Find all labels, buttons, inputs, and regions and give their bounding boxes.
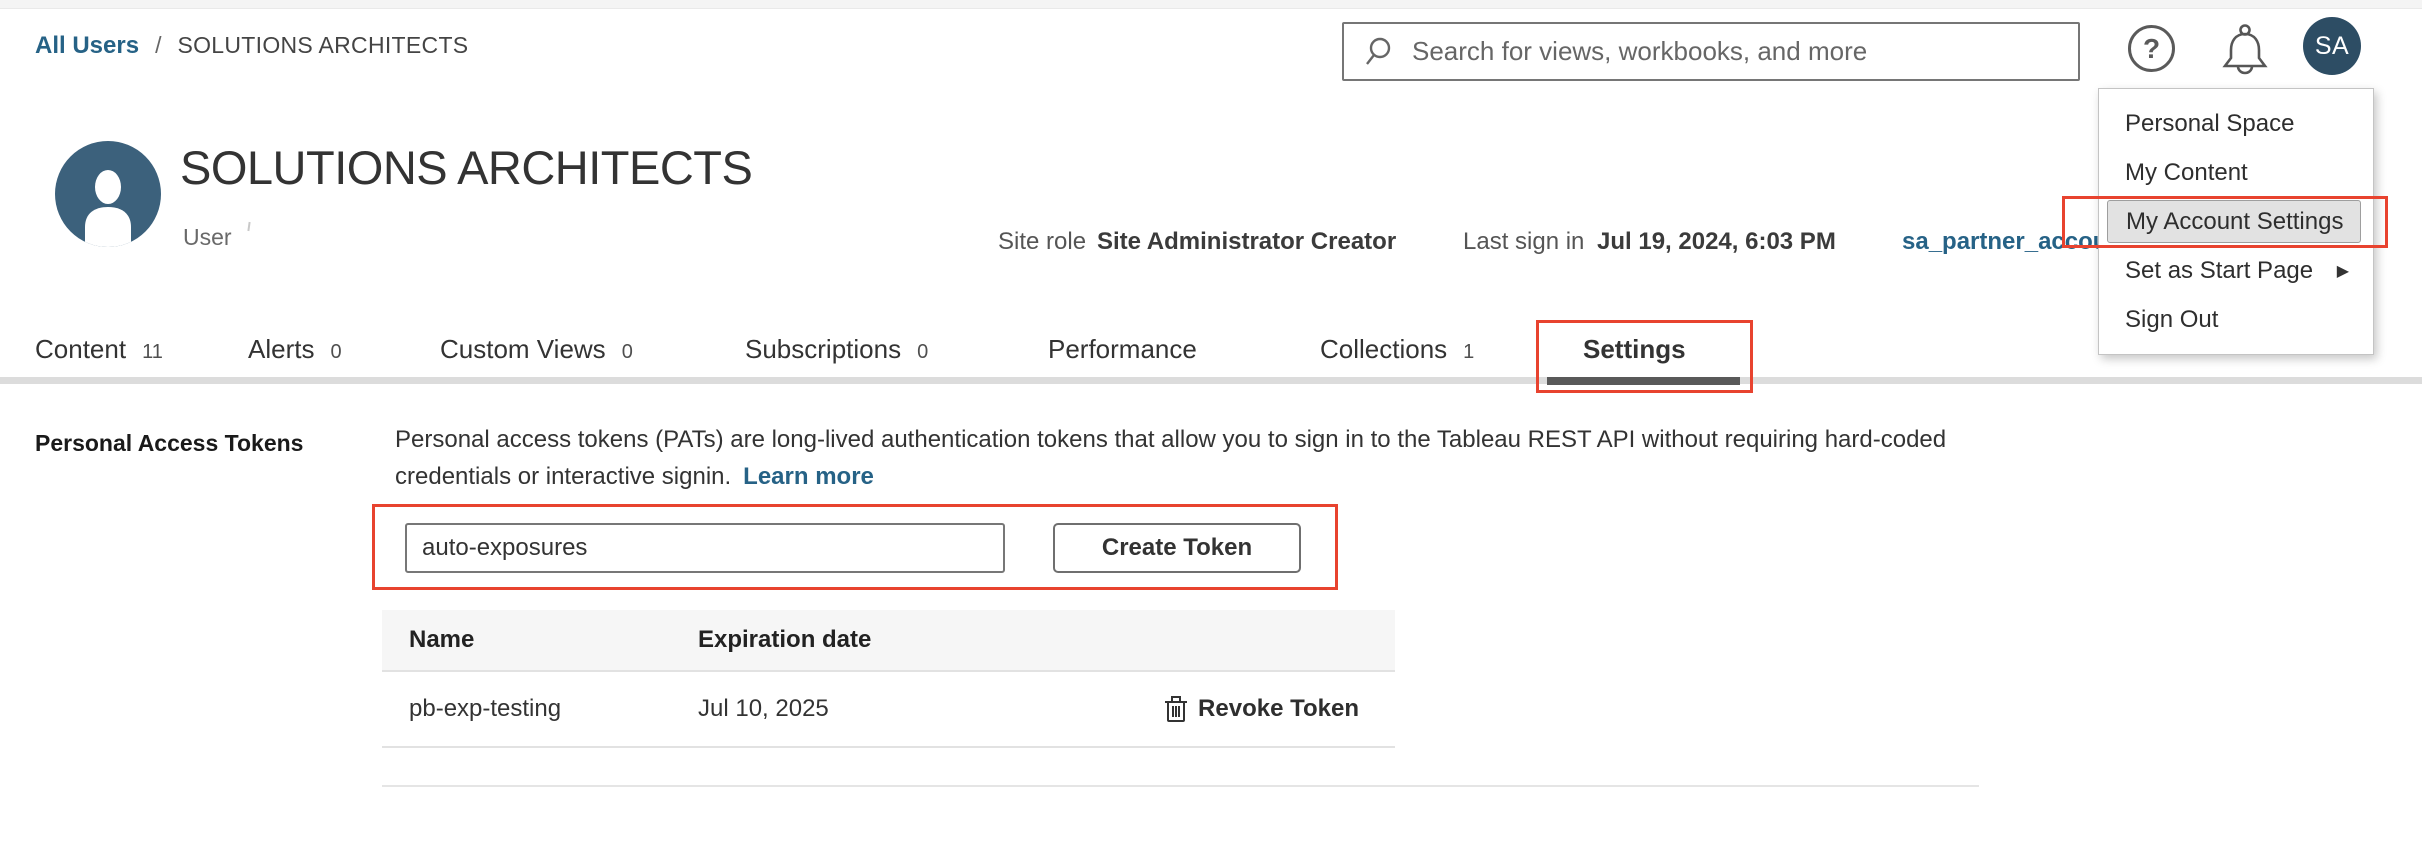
revoke-token-button[interactable]: Revoke Token xyxy=(1164,695,1395,723)
notifications-bell-icon[interactable] xyxy=(2219,22,2271,85)
pat-description-line1: Personal access tokens (PATs) are long-l… xyxy=(395,426,1946,453)
tick-mark xyxy=(247,222,250,231)
tab-alerts[interactable]: Alerts0 xyxy=(248,334,342,365)
create-token-button[interactable]: Create Token xyxy=(1053,523,1301,573)
search-box[interactable] xyxy=(1342,22,2080,81)
active-tab-indicator xyxy=(1547,377,1740,385)
token-name-cell: pb-exp-testing xyxy=(382,695,698,723)
token-table: Name Expiration date pb-exp-testing Jul … xyxy=(382,610,1395,748)
pat-description: Personal access tokens (PATs) are long-l… xyxy=(395,421,1946,495)
token-table-row: pb-exp-testing Jul 10, 2025 Revoke Token xyxy=(382,672,1395,748)
search-icon xyxy=(1364,35,1398,69)
pat-description-line2: credentials or interactive signin. xyxy=(395,463,731,490)
tab-performance[interactable]: Performance xyxy=(1048,334,1197,365)
last-sign-in-label: Last sign in xyxy=(1463,228,1584,256)
menu-item-set-as-start-page[interactable]: Set as Start Page ▶ xyxy=(2099,246,2373,295)
help-icon[interactable]: ? xyxy=(2128,25,2175,72)
breadcrumb-current: SOLUTIONS ARCHITECTS xyxy=(177,32,468,59)
breadcrumb-all-users-link[interactable]: All Users xyxy=(35,32,139,60)
site-role-value: Site Administrator Creator xyxy=(1097,228,1396,256)
top-strip xyxy=(0,0,2422,9)
trash-icon xyxy=(1164,695,1188,723)
tab-subscriptions[interactable]: Subscriptions0 xyxy=(745,334,928,365)
pat-section-heading: Personal Access Tokens xyxy=(35,430,303,457)
tab-collections[interactable]: Collections1 xyxy=(1320,334,1474,365)
last-sign-in-value: Jul 19, 2024, 6:03 PM xyxy=(1597,228,1836,256)
menu-item-personal-space[interactable]: Personal Space xyxy=(2099,99,2373,148)
tab-content[interactable]: Content11 xyxy=(35,334,163,365)
section-divider xyxy=(382,785,1979,787)
token-name-input[interactable] xyxy=(405,523,1005,573)
menu-item-sign-out[interactable]: Sign Out xyxy=(2099,295,2373,344)
token-expiration-cell: Jul 10, 2025 xyxy=(698,695,1164,723)
breadcrumb: All Users / SOLUTIONS ARCHITECTS xyxy=(35,32,468,60)
tab-underline-bar xyxy=(0,377,2422,384)
profile-subtitle: User xyxy=(183,224,232,251)
page-title: SOLUTIONS ARCHITECTS xyxy=(180,140,752,195)
learn-more-link[interactable]: Learn more xyxy=(743,463,874,490)
submenu-arrow-icon: ▶ xyxy=(2337,261,2349,281)
tab-custom-views[interactable]: Custom Views0 xyxy=(440,334,633,365)
column-header-name: Name xyxy=(382,626,698,654)
tableau-user-settings-page: All Users / SOLUTIONS ARCHITECTS ? SA SO… xyxy=(0,0,2422,850)
menu-item-my-content[interactable]: My Content xyxy=(2099,148,2373,197)
user-avatar-menu-button[interactable]: SA xyxy=(2303,17,2361,75)
column-header-expiration: Expiration date xyxy=(698,626,1395,654)
tab-settings[interactable]: Settings xyxy=(1583,334,1686,365)
revoke-token-label: Revoke Token xyxy=(1198,695,1359,723)
search-input[interactable] xyxy=(1412,24,2078,79)
username-link[interactable]: sa_partner_accou xyxy=(1902,228,2107,256)
menu-item-my-account-settings[interactable]: My Account Settings xyxy=(2099,197,2373,246)
person-icon xyxy=(55,141,161,247)
account-dropdown-menu: Personal Space My Content My Account Set… xyxy=(2098,88,2374,355)
profile-avatar xyxy=(55,141,161,247)
site-role-label: Site role xyxy=(998,228,1086,256)
avatar-initials: SA xyxy=(2315,32,2349,61)
token-table-header: Name Expiration date xyxy=(382,610,1395,672)
breadcrumb-separator: / xyxy=(155,32,161,59)
